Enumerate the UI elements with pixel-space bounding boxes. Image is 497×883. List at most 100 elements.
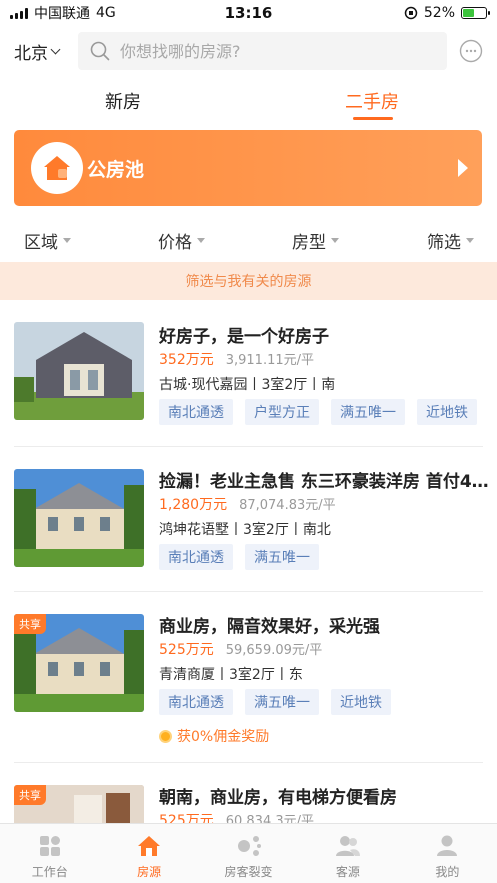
- filter-area[interactable]: 区域: [24, 228, 71, 253]
- feature-tag: 满五唯一: [245, 689, 319, 715]
- shared-badge: 共享: [14, 614, 46, 634]
- people-icon: [335, 836, 360, 856]
- nav-workbench[interactable]: 工作台: [0, 824, 99, 883]
- total-price: 352万元: [159, 352, 214, 368]
- related-listings-filter[interactable]: 筛选与我有关的房源: [0, 262, 497, 300]
- listing-photo: [14, 469, 144, 567]
- message-icon[interactable]: [459, 39, 483, 63]
- listing-info: 古城·现代嘉园丨3室2厅丨南: [159, 377, 336, 393]
- listing-title: 捡漏！老业主急售 东三环豪装洋房 首付4...: [159, 472, 489, 492]
- total-price: 525万元: [159, 813, 214, 823]
- nav-label: 房客裂变: [224, 865, 273, 879]
- nav-label: 客源: [335, 865, 360, 879]
- search-box[interactable]: [78, 32, 447, 70]
- public-pool-banner[interactable]: 公房池: [14, 130, 482, 206]
- orientation-lock-icon: [404, 6, 418, 20]
- shared-badge: 共享: [14, 785, 46, 805]
- filter-more[interactable]: 筛选: [427, 228, 474, 253]
- listing-item[interactable]: 共享 商业房，隔音效果好，采光强 525万元 59,659.09元/平 青清商厦…: [0, 608, 497, 760]
- commission-reward: 获0%佣金奖励: [159, 726, 269, 746]
- price-row: 1,280万元 87,074.83元/平: [159, 494, 336, 514]
- banner-title: 公房池: [87, 158, 145, 181]
- status-right: 52%: [307, 5, 490, 21]
- filter-bar: 区域 价格 房型 筛选: [0, 222, 497, 256]
- tab-second-hand[interactable]: 二手房: [345, 88, 399, 114]
- chevron-right-icon: [458, 159, 468, 177]
- status-left: 中国联通 4G: [10, 3, 190, 23]
- nav-label: 工作台: [31, 865, 68, 879]
- person-icon: [437, 835, 458, 856]
- dropdown-icon: [466, 238, 474, 243]
- tag-list: 南北通透 满五唯一: [159, 544, 319, 570]
- battery-percent: 52%: [423, 5, 455, 21]
- listing-title: 好房子，是一个好房子: [159, 327, 329, 347]
- listing-photo: 共享: [14, 785, 144, 823]
- coin-icon: [159, 729, 172, 743]
- feature-tag: 满五唯一: [245, 544, 319, 570]
- filter-label: 筛选: [427, 233, 461, 253]
- feature-tag: 户型方正: [245, 399, 319, 425]
- listing-item[interactable]: 共享 朝南，商业房，有电梯方便看房 525万元 60,834.3元/平: [0, 779, 497, 823]
- filter-layout[interactable]: 房型: [292, 228, 339, 253]
- listing-info: 鸿坤花语墅丨3室2厅丨南北: [159, 522, 331, 538]
- price-row: 525万元 59,659.09元/平: [159, 639, 322, 659]
- dropdown-icon: [331, 238, 339, 243]
- carrier-label: 中国联通: [34, 6, 90, 22]
- city-label: 北京: [14, 43, 48, 64]
- tab-new-house[interactable]: 新房: [105, 88, 141, 114]
- total-price: 525万元: [159, 642, 214, 658]
- battery-icon: [461, 7, 490, 19]
- listing-item[interactable]: 捡漏！老业主急售 东三环豪装洋房 首付4... 1,280万元 87,074.8…: [0, 463, 497, 591]
- active-tab-indicator: [353, 117, 393, 120]
- share-icon: [237, 836, 261, 856]
- dropdown-icon: [197, 238, 205, 243]
- city-selector[interactable]: 北京: [0, 39, 64, 64]
- clock: 13:16: [224, 4, 273, 22]
- search-input[interactable]: [120, 41, 420, 61]
- nav-listings[interactable]: 房源: [99, 824, 198, 883]
- dropdown-icon: [63, 238, 71, 243]
- price-row: 525万元 60,834.3元/平: [159, 810, 314, 823]
- tag-list: 南北通透 满五唯一 近地铁: [159, 689, 391, 715]
- listing-title: 商业房，隔音效果好，采光强: [159, 617, 380, 637]
- total-price: 1,280万元: [159, 497, 228, 513]
- nav-profile[interactable]: 我的: [398, 824, 497, 883]
- feature-tag: 近地铁: [331, 689, 391, 715]
- price-row: 352万元 3,911.11元/平: [159, 349, 314, 369]
- bottom-tab-bar: 工作台 房源 房客裂变 客源 我的: [0, 823, 497, 883]
- feature-tag: 南北通透: [159, 399, 233, 425]
- filter-label: 区域: [24, 233, 58, 253]
- unit-price: 59,659.09元/平: [225, 643, 323, 658]
- listing-photo: [14, 322, 144, 420]
- nav-referral[interactable]: 房客裂变: [199, 824, 298, 883]
- feature-tag: 近地铁: [417, 399, 477, 425]
- divider: [14, 762, 483, 763]
- nav-customers[interactable]: 客源: [298, 824, 397, 883]
- feature-tag: 南北通透: [159, 689, 233, 715]
- house-icon: [138, 836, 161, 856]
- search-row: 北京: [0, 30, 497, 72]
- commission-label: 获0%佣金奖励: [177, 729, 270, 745]
- nav-label: 我的: [435, 865, 460, 879]
- divider: [14, 446, 483, 447]
- unit-price: 3,911.11元/平: [225, 353, 315, 368]
- grid-icon: [39, 836, 60, 856]
- unit-price: 87,074.83元/平: [239, 498, 336, 513]
- listing-item[interactable]: 好房子，是一个好房子 352万元 3,911.11元/平 古城·现代嘉园丨3室2…: [0, 318, 497, 446]
- filter-price[interactable]: 价格: [158, 228, 205, 253]
- feature-tag: 满五唯一: [331, 399, 405, 425]
- filter-label: 房型: [292, 233, 326, 253]
- chevron-down-icon: [50, 44, 61, 54]
- house-logo-icon: [31, 142, 83, 194]
- divider: [14, 591, 483, 592]
- property-type-tabs: 新房 二手房: [0, 84, 497, 124]
- listing-photo: 共享: [14, 614, 144, 712]
- tag-list: 南北通透 户型方正 满五唯一 近地铁: [159, 399, 477, 425]
- unit-price: 60,834.3元/平: [225, 814, 315, 823]
- filter-label: 价格: [158, 233, 192, 253]
- listing-title: 朝南，商业房，有电梯方便看房: [159, 788, 397, 808]
- network-label: 4G: [96, 5, 116, 21]
- search-icon: [90, 41, 110, 61]
- feature-tag: 南北通透: [159, 544, 233, 570]
- listing-info: 青清商厦丨3室2厅丨东: [159, 667, 303, 683]
